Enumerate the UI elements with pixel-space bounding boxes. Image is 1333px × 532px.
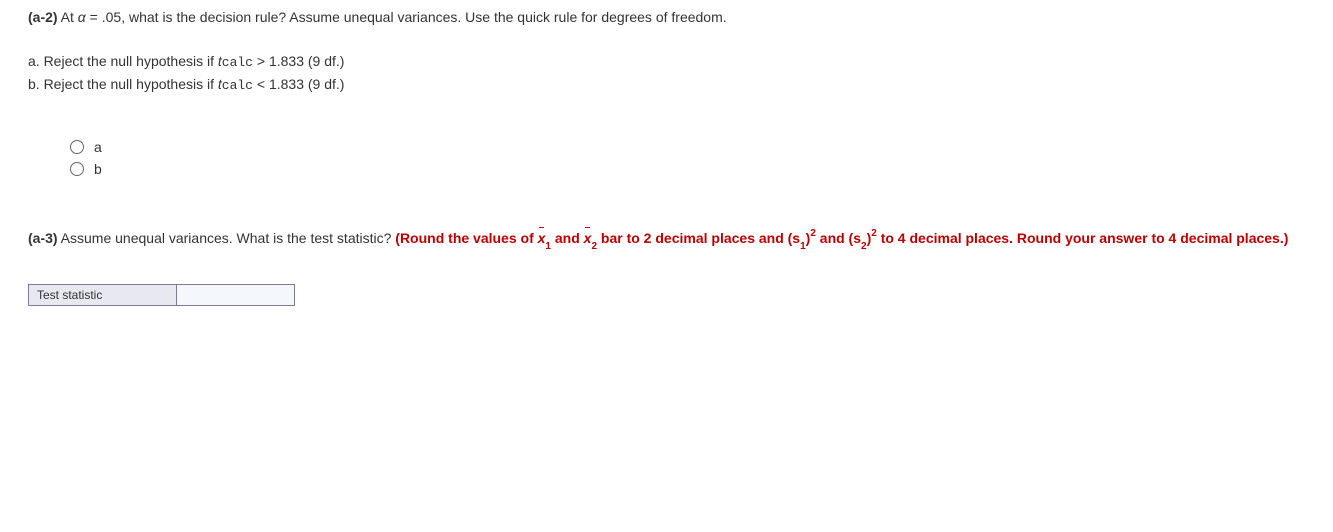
s2-sub: 2 xyxy=(861,241,867,252)
option-b-prefix: b. Reject the null hypothesis if xyxy=(28,76,218,92)
xbar1-sub: 1 xyxy=(545,241,551,252)
question-a2-label: (a-2) xyxy=(28,9,58,25)
radio-row-a[interactable]: a xyxy=(70,139,1305,155)
radio-group: a b xyxy=(70,139,1305,177)
test-statistic-input[interactable] xyxy=(177,285,294,305)
radio-b-input[interactable] xyxy=(70,162,84,176)
tcalc-sub-b: calc xyxy=(222,78,253,93)
a3-red2: and xyxy=(551,230,584,246)
options-block: a. Reject the null hypothesis if tcalc >… xyxy=(28,50,1305,98)
option-a-prefix: a. Reject the null hypothesis if xyxy=(28,53,218,69)
question-a3-block: (a-3) Assume unequal variances. What is … xyxy=(28,225,1305,254)
text-before-alpha: At xyxy=(58,9,78,25)
radio-a-label: a xyxy=(94,139,102,155)
text-after-alpha: = .05, what is the decision rule? Assume… xyxy=(86,9,727,25)
a3-red5: to 4 decimal places. Round your answer t… xyxy=(877,230,1289,246)
s1-sup: 2 xyxy=(810,228,816,239)
table-row: Test statistic xyxy=(29,284,295,305)
radio-b-label: b xyxy=(94,161,102,177)
radio-a-input[interactable] xyxy=(70,140,84,154)
a3-red3: bar to 2 decimal places and (s xyxy=(597,230,800,246)
option-b-suffix: < 1.833 (9 df.) xyxy=(253,76,344,92)
question-a3-label: (a-3) xyxy=(28,230,58,246)
question-a2-block: (a-2) At α = .05, what is the decision r… xyxy=(28,8,1305,177)
tcalc-sub-a: calc xyxy=(222,55,253,70)
option-b-line: b. Reject the null hypothesis if tcalc <… xyxy=(28,73,1305,97)
a3-red4: and (s xyxy=(816,230,861,246)
xbar2-sub: 2 xyxy=(591,241,597,252)
test-statistic-input-cell xyxy=(177,284,295,305)
option-a-line: a. Reject the null hypothesis if tcalc >… xyxy=(28,50,1305,74)
answer-table: Test statistic xyxy=(28,284,295,306)
s2-sup: 2 xyxy=(871,228,877,239)
a3-text1: Assume unequal variances. What is the te… xyxy=(58,230,396,246)
radio-row-b[interactable]: b xyxy=(70,161,1305,177)
s1-sub: 1 xyxy=(800,241,806,252)
a3-red1: (Round the values of xyxy=(395,230,537,246)
option-a-suffix: > 1.833 (9 df.) xyxy=(253,53,344,69)
test-statistic-label: Test statistic xyxy=(29,284,177,305)
question-a2-header: (a-2) At α = .05, what is the decision r… xyxy=(28,8,1305,28)
alpha-symbol: α xyxy=(78,9,86,25)
